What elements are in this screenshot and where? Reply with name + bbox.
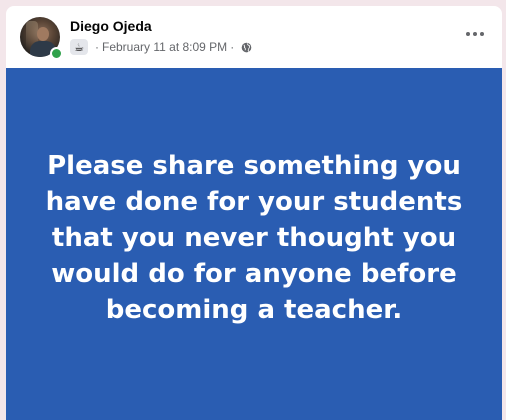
globe-icon[interactable] (241, 42, 252, 53)
meta-separator: · (95, 40, 99, 54)
dot (480, 32, 484, 36)
post-body-text: Please share something you have done for… (45, 151, 463, 325)
post-meta: ☕ · February 11 at 8:09 PM · (70, 38, 252, 56)
post-card: Diego Ojeda ☕ · February 11 at 8:09 PM ·… (6, 6, 502, 420)
dot (466, 32, 470, 36)
post-background[interactable]: Please share something you have done for… (6, 68, 502, 420)
coffee-icon[interactable]: ☕ (70, 39, 88, 55)
avatar-head (37, 27, 49, 41)
meta-separator: · (230, 40, 235, 54)
post-timestamp[interactable]: February 11 at 8:09 PM (102, 40, 227, 54)
author-name[interactable]: Diego Ojeda (70, 18, 152, 34)
more-options-icon[interactable] (462, 24, 488, 44)
online-status-dot (50, 47, 63, 60)
post-header: Diego Ojeda ☕ · February 11 at 8:09 PM · (6, 6, 502, 68)
dot (473, 32, 477, 36)
